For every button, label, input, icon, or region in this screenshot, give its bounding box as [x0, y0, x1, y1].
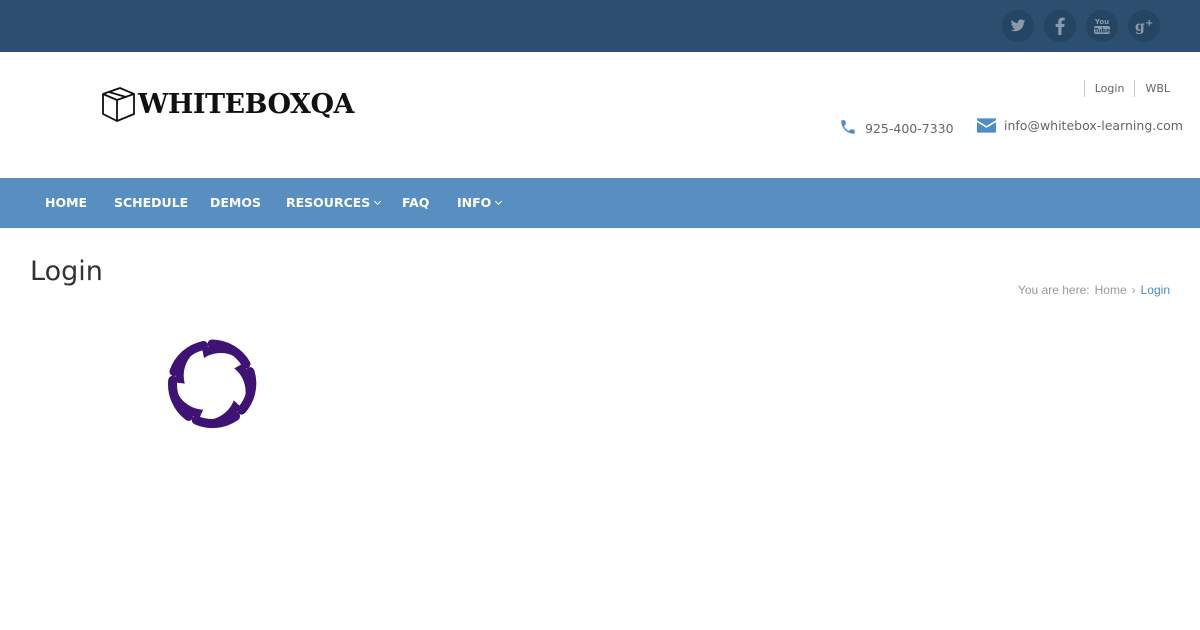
email-contact: info@whitebox-learning.com [977, 118, 1183, 133]
phone-contact: 925-400-7330 [839, 118, 954, 136]
nav-schedule-label: SCHEDULE [114, 195, 189, 210]
page-title: Login [30, 256, 103, 287]
nav-schedule[interactable]: SCHEDULE [114, 178, 188, 228]
main-nav: HOME SCHEDULE DEMOS RESOURCES FAQ INFO [0, 178, 1200, 228]
youtube-link[interactable]: You Tube [1086, 10, 1118, 42]
svg-text:Tube: Tube [1094, 28, 1110, 35]
google-plus-icon: g + [1135, 18, 1153, 35]
nav-info-label: INFO [457, 195, 492, 210]
google-plus-link[interactable]: g + [1128, 10, 1160, 42]
login-link[interactable]: Login [1083, 80, 1124, 97]
nav-info[interactable]: INFO [457, 178, 503, 228]
facebook-icon [1055, 17, 1065, 35]
logo-text: WHITEBOXQA [138, 88, 354, 120]
email-address[interactable]: info@whitebox-learning.com [1004, 118, 1183, 133]
breadcrumb-home[interactable]: Home [1095, 283, 1127, 297]
nav-demos[interactable]: DEMOS [210, 178, 261, 228]
nav-demos-label: DEMOS [210, 195, 261, 210]
twitter-icon [1010, 19, 1026, 32]
nav-home[interactable]: HOME [45, 178, 87, 228]
box-icon [102, 87, 135, 122]
site-header: WHITEBOXQA Login WBL 925-400-7330 info@w… [0, 52, 1200, 178]
chevron-right-icon: › [1131, 283, 1136, 297]
nav-faq[interactable]: FAQ [402, 178, 429, 228]
loading-spinner-icon [168, 339, 257, 429]
svg-text:g: g [1135, 19, 1145, 35]
wbl-link[interactable]: WBL [1134, 80, 1170, 97]
phone-number[interactable]: 925-400-7330 [865, 121, 954, 136]
svg-text:+: + [1145, 18, 1153, 29]
nav-resources-label: RESOURCES [286, 195, 371, 210]
youtube-icon: You Tube [1094, 18, 1110, 35]
facebook-link[interactable] [1044, 10, 1076, 42]
top-bar: You Tube g + [0, 0, 1200, 52]
breadcrumb-prefix: You are here: [1017, 283, 1090, 297]
nav-faq-label: FAQ [402, 195, 430, 210]
nav-home-label: HOME [45, 195, 88, 210]
svg-text:You: You [1094, 18, 1109, 26]
envelope-icon [977, 118, 996, 133]
nav-resources[interactable]: RESOURCES [286, 178, 382, 228]
chevron-down-icon [495, 197, 503, 206]
top-links: Login WBL [1074, 80, 1170, 97]
site-logo[interactable]: WHITEBOXQA [100, 84, 354, 124]
phone-icon [841, 120, 855, 134]
twitter-link[interactable] [1002, 10, 1034, 42]
breadcrumb: You are here: Home › Login [1018, 283, 1170, 297]
chevron-down-icon [374, 197, 382, 206]
breadcrumb-current: Login [1140, 283, 1170, 297]
